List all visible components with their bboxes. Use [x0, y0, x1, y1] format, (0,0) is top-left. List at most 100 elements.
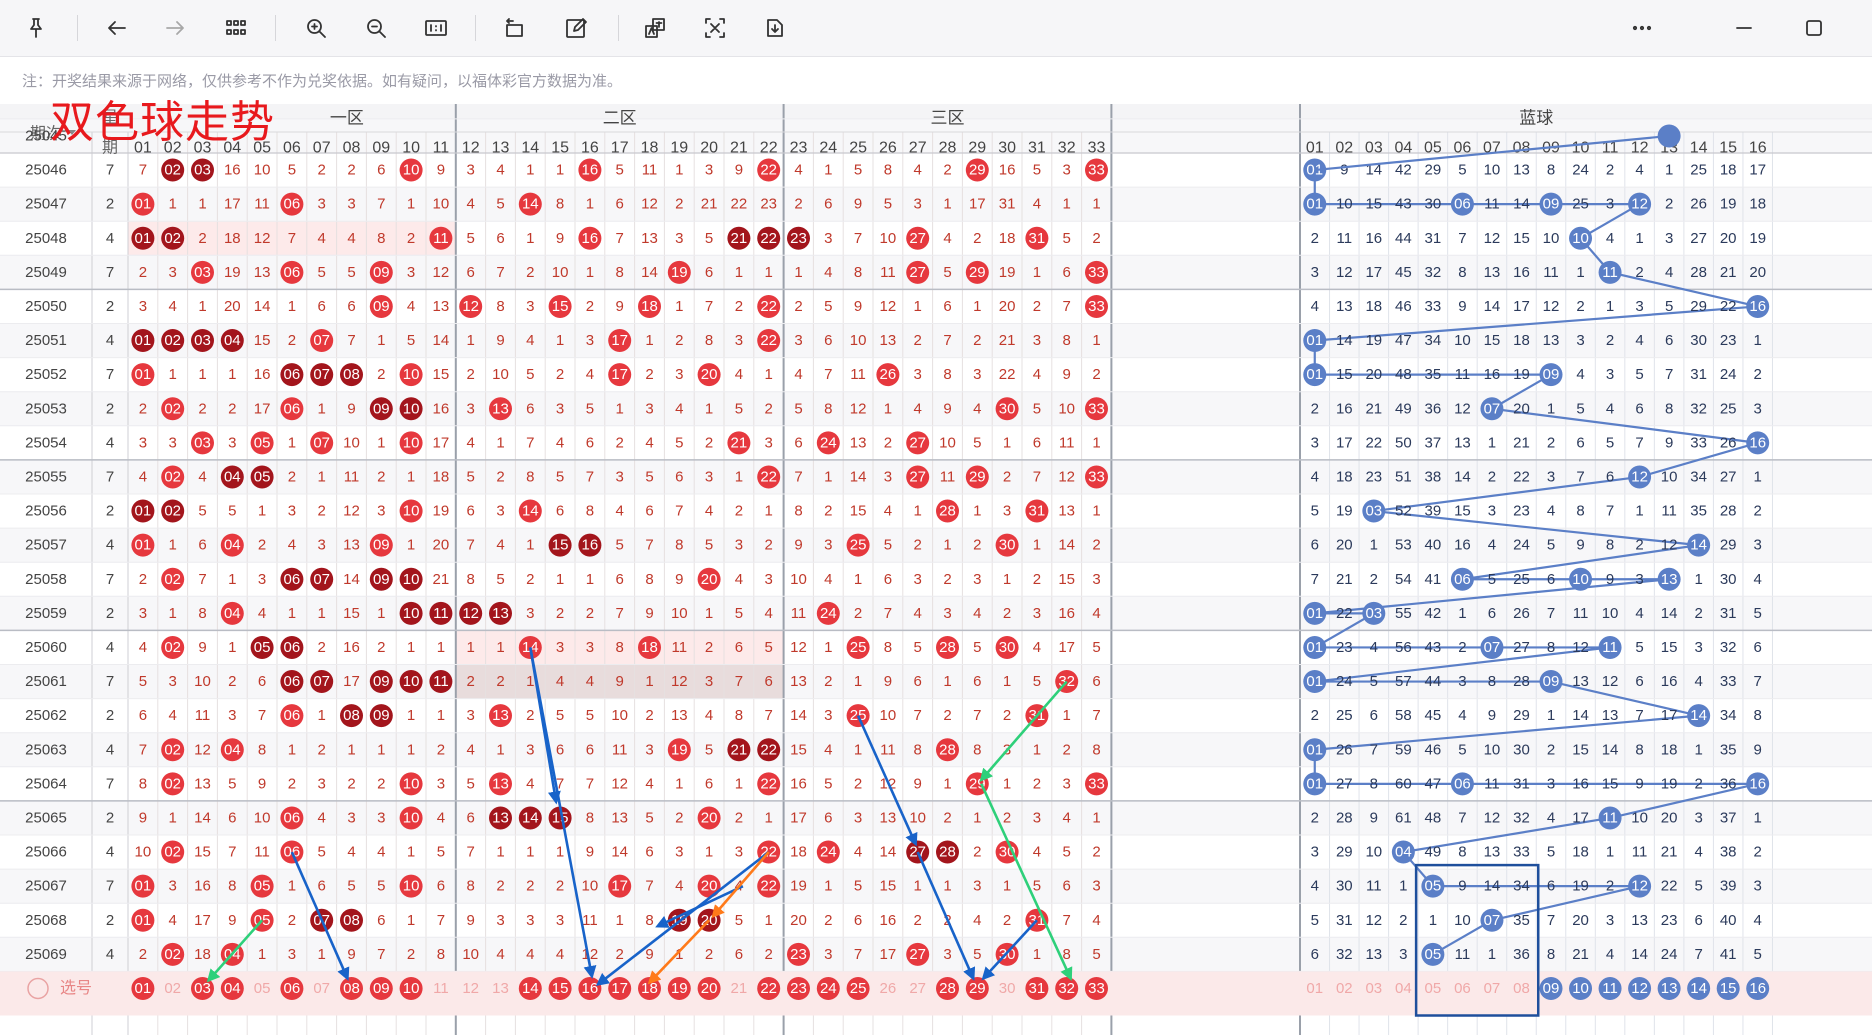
maximize-button[interactable]: [1796, 10, 1832, 46]
actual-size-button[interactable]: [418, 10, 454, 46]
save-button[interactable]: [757, 10, 793, 46]
select-red-number[interactable]: 14: [522, 980, 539, 997]
red-miss-count: 6: [616, 571, 624, 588]
red-miss-count: 1: [973, 503, 981, 520]
select-red-number[interactable]: 21: [731, 980, 748, 997]
select-blue-number[interactable]: 02: [1336, 980, 1353, 997]
red-miss-count: 8: [526, 468, 534, 485]
red-miss-count: 4: [705, 707, 713, 724]
red-miss-count: 3: [943, 605, 951, 622]
more-button[interactable]: [1624, 10, 1660, 46]
select-red-number[interactable]: 12: [462, 980, 479, 997]
select-blue-number[interactable]: 16: [1749, 980, 1766, 997]
edit-button[interactable]: [558, 10, 594, 46]
select-red-number[interactable]: 25: [850, 980, 867, 997]
translate-button[interactable]: [637, 10, 673, 46]
red-miss-count: 1: [526, 230, 534, 247]
red-miss-count: 8: [616, 264, 624, 281]
blue-ball: [1657, 124, 1681, 148]
red-miss-count: 1: [407, 912, 415, 929]
select-red-number[interactable]: 05: [254, 980, 271, 997]
select-red-number[interactable]: 20: [701, 980, 718, 997]
select-red-number[interactable]: 26: [880, 980, 897, 997]
select-blue-number[interactable]: 05: [1425, 980, 1442, 997]
select-red-number[interactable]: 09: [373, 980, 390, 997]
minimize-button[interactable]: [1726, 10, 1762, 46]
red-miss-count: 13: [611, 809, 628, 826]
red-miss-count: 6: [467, 809, 475, 826]
red-miss-count: 13: [671, 707, 688, 724]
select-red-number[interactable]: 11: [433, 980, 449, 997]
blue-miss-count: 4: [1754, 571, 1762, 588]
red-miss-count: 10: [850, 332, 867, 349]
select-red-number[interactable]: 15: [552, 980, 569, 997]
select-blue-number[interactable]: 13: [1661, 980, 1678, 997]
period-cell: 4: [106, 230, 114, 247]
red-number-header: 19: [670, 140, 688, 157]
red-miss-count: 1: [854, 741, 862, 758]
blue-miss-count: 21: [1720, 264, 1737, 281]
select-red-number[interactable]: 23: [790, 980, 807, 997]
select-red-number[interactable]: 06: [284, 980, 301, 997]
select-red-number[interactable]: 31: [1029, 980, 1046, 997]
red-miss-count: 4: [645, 434, 653, 451]
select-red-number[interactable]: 19: [671, 980, 688, 997]
select-blue-number[interactable]: 11: [1602, 980, 1618, 997]
select-red-number[interactable]: 17: [611, 980, 628, 997]
select-blue-number[interactable]: 12: [1631, 980, 1648, 997]
red-miss-count: 6: [318, 878, 326, 895]
select-label[interactable]: 选号: [60, 979, 92, 997]
select-red-number[interactable]: 16: [582, 980, 599, 997]
select-red-number[interactable]: 01: [135, 980, 152, 997]
red-miss-count: 1: [914, 298, 922, 315]
blue-miss-count: 8: [1547, 639, 1555, 656]
forward-button[interactable]: [157, 10, 193, 46]
zoom-out-button[interactable]: [358, 10, 394, 46]
text-recognition-button[interactable]: [697, 10, 733, 46]
select-red-number[interactable]: 28: [939, 980, 956, 997]
red-miss-count: 1: [675, 775, 683, 792]
select-red-number[interactable]: 27: [909, 980, 926, 997]
select-red-number[interactable]: 32: [1058, 980, 1075, 997]
select-red-number[interactable]: 04: [224, 980, 241, 997]
select-blue-number[interactable]: 08: [1513, 980, 1530, 997]
select-red-number[interactable]: 18: [641, 980, 658, 997]
select-red-number[interactable]: 13: [492, 980, 509, 997]
blue-ball-number: 14: [1690, 707, 1707, 724]
pin-button[interactable]: [18, 10, 54, 46]
select-blue-number[interactable]: 07: [1484, 980, 1501, 997]
red-number-header: 22: [760, 140, 778, 157]
blue-miss-count: 11: [1543, 264, 1559, 281]
select-red-number[interactable]: 22: [760, 980, 777, 997]
select-red-number[interactable]: 10: [403, 980, 420, 997]
back-button[interactable]: [99, 10, 135, 46]
select-red-number[interactable]: 03: [194, 980, 211, 997]
red-miss-count: 8: [467, 878, 475, 895]
select-red-number[interactable]: 29: [969, 980, 986, 997]
select-blue-number[interactable]: 06: [1454, 980, 1471, 997]
red-miss-count: 1: [318, 707, 326, 724]
zoom-in-button[interactable]: [298, 10, 334, 46]
select-blue-number[interactable]: 09: [1543, 980, 1560, 997]
blue-miss-count: 1: [1754, 809, 1762, 826]
select-blue-number[interactable]: 01: [1306, 980, 1323, 997]
select-red-number[interactable]: 07: [313, 980, 330, 997]
select-red-number[interactable]: 24: [820, 980, 837, 997]
red-miss-count: 15: [194, 844, 211, 861]
red-miss-count: 8: [884, 639, 892, 656]
select-red-number[interactable]: 30: [999, 980, 1016, 997]
select-blue-number[interactable]: 04: [1395, 980, 1412, 997]
red-miss-count: 10: [343, 434, 360, 451]
select-blue-number[interactable]: 03: [1365, 980, 1382, 997]
select-blue-number[interactable]: 14: [1690, 980, 1707, 997]
red-miss-count: 16: [254, 366, 271, 383]
rotate-button[interactable]: [496, 10, 532, 46]
select-red-number[interactable]: 33: [1088, 980, 1105, 997]
blue-miss-count: 12: [1336, 264, 1353, 281]
select-blue-number[interactable]: 15: [1720, 980, 1737, 997]
grid-view-button[interactable]: [218, 10, 254, 46]
select-red-number[interactable]: 02: [164, 980, 181, 997]
red-miss-count: 23: [760, 196, 777, 213]
select-red-number[interactable]: 08: [343, 980, 360, 997]
select-blue-number[interactable]: 10: [1572, 980, 1589, 997]
